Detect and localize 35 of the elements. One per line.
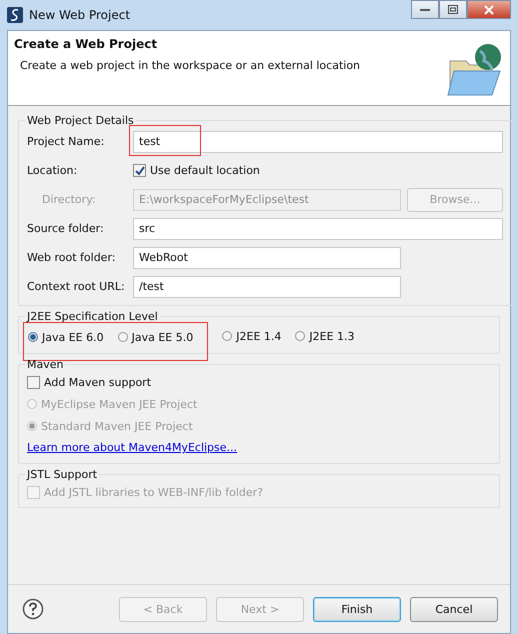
radio-option[interactable]: J2EE 1.4 xyxy=(222,330,282,342)
text-field[interactable]: /test xyxy=(133,276,401,298)
maximize-button[interactable] xyxy=(439,0,467,19)
field-label: Project Name: xyxy=(27,135,106,148)
dialog-button[interactable]: Finish xyxy=(313,596,401,622)
maximize-icon xyxy=(448,5,458,14)
project-name-field[interactable]: test xyxy=(133,130,503,152)
page-title: Create a Web Project xyxy=(14,37,158,51)
dialog-button[interactable]: Cancel xyxy=(410,596,498,622)
learn-more-link[interactable]: Learn more about Maven4MyEclipse... xyxy=(27,437,238,459)
minimize-icon xyxy=(420,8,430,12)
text-field[interactable]: WebRoot xyxy=(133,246,401,268)
minimize-button[interactable] xyxy=(411,0,439,19)
radio-option[interactable]: Java EE 6.0 xyxy=(28,330,104,344)
field-label: Directory: xyxy=(41,193,97,206)
field-label: Web root folder: xyxy=(27,251,116,264)
app-icon xyxy=(7,7,23,23)
radio-option[interactable]: Java EE 5.0 xyxy=(118,330,194,344)
field-label: Source folder: xyxy=(27,222,105,235)
default-location-checkbox[interactable]: Use default location xyxy=(133,164,260,177)
close-icon xyxy=(484,4,494,14)
close-button[interactable] xyxy=(467,0,511,19)
radio-option[interactable]: J2EE 1.3 xyxy=(295,330,355,342)
group-title: Web Project Details xyxy=(26,114,135,127)
field-label: Location: xyxy=(27,164,78,177)
check-icon xyxy=(134,166,144,176)
group-title: Maven xyxy=(26,358,64,371)
help-icon[interactable] xyxy=(22,598,44,620)
text-field[interactable]: src xyxy=(133,218,503,240)
maven-support-checkbox[interactable]: Add Maven support xyxy=(27,371,491,393)
field-label: Context root URL: xyxy=(27,280,126,293)
page-description: Create a web project in the workspace or an external location xyxy=(20,59,362,72)
group-title: JSTL Support xyxy=(26,468,98,481)
window-title: New Web Project xyxy=(29,8,130,22)
group-title: J2EE Specification Level xyxy=(26,310,159,323)
